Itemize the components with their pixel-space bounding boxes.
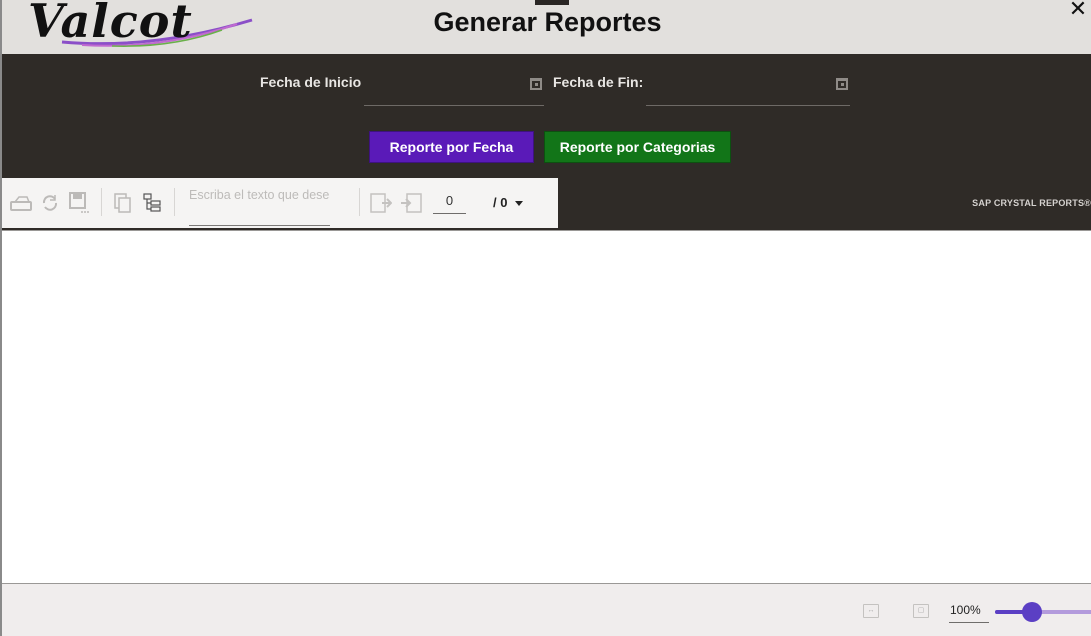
toolbar-separator [101,188,102,216]
report-by-category-button[interactable]: Reporte por Categorias [544,131,731,163]
end-date-input[interactable] [646,66,850,104]
copy-icon[interactable] [112,192,134,214]
zoom-slider-thumb[interactable] [1022,602,1042,622]
zoom-slider[interactable] [995,601,1091,623]
fit-width-icon[interactable]: ↔ [863,604,879,618]
start-date-label: Fecha de Inicio [260,74,362,90]
window-header: Valcot Generar Reportes ✕ [2,0,1091,54]
fit-page-icon[interactable]: ▢ [913,604,929,618]
toolbar-separator [359,188,360,216]
calendar-icon[interactable] [530,78,542,90]
valcot-logo: Valcot [22,0,262,54]
report-window: Valcot Generar Reportes ✕ Fecha de Inici… [0,0,1091,636]
viewer-status-bar: ↔ ▢ 100% [2,584,1091,636]
report-viewer-area[interactable] [2,230,1091,584]
filter-panel: Fecha de Inicio Fecha de Fin: Reporte po… [2,54,1091,178]
end-date-field[interactable] [646,66,850,106]
title-tab-marker [535,0,569,5]
start-date-input[interactable] [364,66,544,104]
crystal-report-toolbar: 0 / 0 [2,178,558,228]
end-date-label: Fecha de Fin: [553,74,644,90]
logo-text: Valcot [28,0,193,48]
calendar-icon[interactable] [836,78,848,90]
group-tree-icon[interactable] [142,192,164,214]
sap-crystal-reports-brand: SAP CRYSTAL REPORTS® [972,198,1091,208]
chevron-down-icon[interactable] [515,201,523,206]
export-icon[interactable] [10,192,32,214]
refresh-icon[interactable] [39,192,61,214]
next-page-icon[interactable] [400,192,422,214]
start-date-field[interactable] [364,66,544,106]
print-icon[interactable] [68,192,90,214]
zoom-level-input[interactable]: 100% [949,603,989,623]
page-number-input[interactable]: 0 [433,193,466,214]
page-title: Generar Reportes [433,7,662,37]
close-icon[interactable]: ✕ [1067,0,1089,22]
page-total: / 0 [493,195,508,210]
previous-page-icon[interactable] [370,192,392,214]
search-field[interactable] [189,182,330,226]
search-input[interactable] [189,182,330,208]
report-by-date-button[interactable]: Reporte por Fecha [369,131,534,163]
toolbar-separator [174,188,175,216]
